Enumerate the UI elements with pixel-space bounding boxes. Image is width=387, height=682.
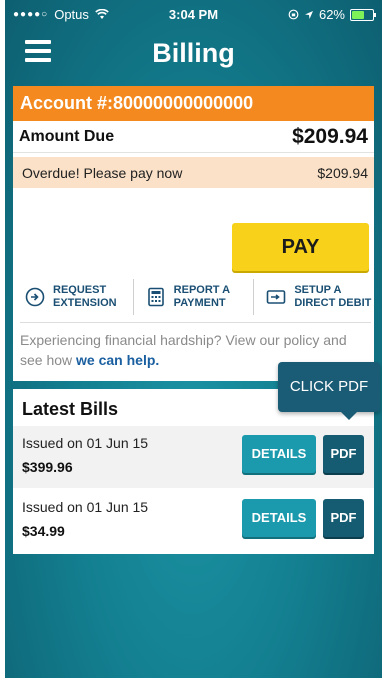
- report-payment-line2: PAYMENT: [173, 297, 226, 309]
- setup-direct-debit-label: SETUP A DIRECT DEBIT: [294, 284, 371, 310]
- bill-row: Issued on 01 Jun 15 $34.99 DETAILS PDF: [13, 490, 374, 552]
- request-extension-line2: EXTENSION: [53, 297, 117, 309]
- overdue-notice: Overdue! Please pay now $209.94: [13, 157, 374, 188]
- battery-percent: 62%: [318, 7, 345, 22]
- account-card: Account #:80000000000000 Amount Due $209…: [13, 86, 374, 381]
- app-screen: ●●●●○ Optus 3:04 PM 62% Billing Account …: [5, 0, 382, 678]
- latest-bills-card: Latest Bills Issued on 01 Jun 15 $399.96…: [13, 389, 374, 554]
- request-extension-label: REQUEST EXTENSION: [53, 284, 117, 310]
- bill-amount: $399.96: [22, 459, 73, 475]
- setup-direct-debit-line2: DIRECT DEBIT: [294, 297, 372, 309]
- setup-direct-debit-button[interactable]: SETUP A DIRECT DEBIT: [253, 279, 374, 315]
- orientation-lock-icon: [288, 9, 299, 20]
- location-arrow-icon: [304, 10, 313, 19]
- details-button[interactable]: DETAILS: [242, 499, 316, 537]
- request-extension-line1: REQUEST: [53, 284, 107, 296]
- bill-issued-date: Issued on 01 Jun 15: [22, 499, 149, 515]
- amount-due-value: $209.94: [292, 124, 368, 148]
- overdue-text: Overdue! Please pay now: [22, 164, 183, 181]
- setup-direct-debit-line1: SETUP A: [294, 284, 342, 296]
- account-number: Account #:80000000000000: [13, 86, 374, 121]
- click-pdf-tooltip: CLICK PDF: [278, 362, 380, 420]
- details-button[interactable]: DETAILS: [242, 435, 316, 473]
- account-actions: REQUEST EXTENSION REPORT A PAYMENT SETUP…: [13, 279, 374, 315]
- status-right: 62%: [288, 7, 376, 22]
- app-header: Billing: [5, 28, 382, 80]
- report-payment-line1: REPORT A: [173, 284, 231, 296]
- bill-amount: $34.99: [22, 523, 65, 539]
- section-divider: [20, 322, 371, 323]
- page-title: Billing: [152, 38, 235, 68]
- status-bar: ●●●●○ Optus 3:04 PM 62%: [5, 0, 382, 28]
- request-extension-button[interactable]: REQUEST EXTENSION: [13, 279, 133, 315]
- calculator-icon: [147, 287, 164, 307]
- overdue-value: $209.94: [317, 164, 368, 181]
- bill-issued-date: Issued on 01 Jun 15: [22, 435, 149, 451]
- pay-button[interactable]: PAY: [232, 223, 369, 271]
- clock-arrow-icon: [25, 287, 45, 307]
- battery-icon: [350, 8, 376, 21]
- we-can-help-link[interactable]: we can help.: [76, 352, 159, 368]
- amount-due-row: Amount Due $209.94: [13, 121, 374, 153]
- amount-due-label: Amount Due: [19, 127, 115, 145]
- pdf-button[interactable]: PDF: [323, 499, 364, 537]
- report-payment-button[interactable]: REPORT A PAYMENT: [132, 279, 254, 315]
- pdf-button[interactable]: PDF: [323, 435, 364, 473]
- report-payment-label: REPORT A PAYMENT: [174, 284, 230, 310]
- latest-bills-title: Latest Bills: [22, 399, 119, 419]
- bill-row: Issued on 01 Jun 15 $399.96 DETAILS PDF: [13, 426, 374, 488]
- battery-fill: [352, 10, 364, 19]
- card-arrow-icon: [267, 290, 286, 304]
